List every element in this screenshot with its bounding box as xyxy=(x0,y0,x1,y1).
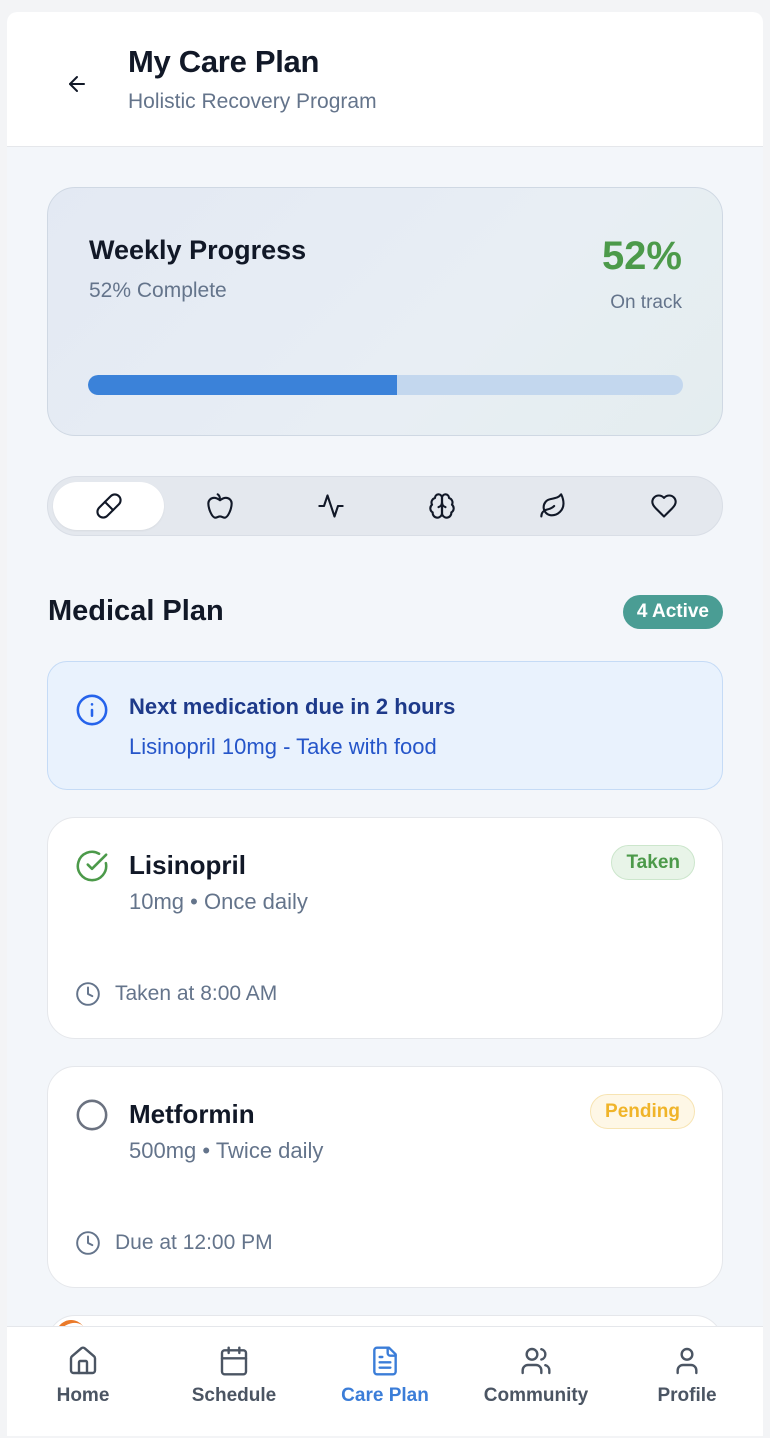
nav-community[interactable]: Community xyxy=(466,1345,606,1407)
back-button[interactable] xyxy=(57,64,97,104)
brain-icon xyxy=(428,493,455,519)
medication-alert: Next medication due in 2 hours Lisinopri… xyxy=(47,661,723,790)
arrow-left-icon xyxy=(69,76,85,92)
info-icon xyxy=(76,694,108,726)
progress-subtitle: 52% Complete xyxy=(89,279,227,302)
status-badge: Taken xyxy=(611,845,695,880)
medication-time: Taken at 8:00 AM xyxy=(75,981,277,1007)
user-icon xyxy=(676,1347,698,1375)
clock-icon xyxy=(76,1231,100,1255)
empty-circle-icon[interactable] xyxy=(75,1098,109,1132)
nav-home[interactable]: Home xyxy=(13,1345,153,1407)
medication-card[interactable]: Metformin 500mg • Twice daily Pending Du… xyxy=(47,1066,723,1288)
medication-card[interactable]: Lisinopril 10mg • Once daily Taken Taken… xyxy=(47,817,723,1039)
header: My Care Plan Holistic Recovery Program xyxy=(7,12,763,147)
page-subtitle: Holistic Recovery Program xyxy=(128,90,377,113)
status-badge: Pending xyxy=(590,1094,695,1129)
progress-status: On track xyxy=(610,292,682,313)
nav-care-plan[interactable]: Care Plan xyxy=(315,1345,455,1407)
active-count-badge: 4 Active xyxy=(622,595,723,629)
nav-label: Care Plan xyxy=(341,1385,429,1406)
nav-label: Schedule xyxy=(191,1385,277,1406)
alert-detail: Lisinopril 10mg - Take with food xyxy=(129,734,437,759)
weekly-progress-card: Weekly Progress 52% Complete 52% On trac… xyxy=(47,187,723,436)
calendar-icon xyxy=(220,1346,248,1376)
nav-label: Home xyxy=(56,1385,110,1406)
time-text: Taken at 8:00 AM xyxy=(115,982,278,1005)
medication-name: Metformin xyxy=(129,1099,255,1129)
bottom-nav: Home Schedule Care Plan Community Profil… xyxy=(7,1326,763,1436)
progress-title: Weekly Progress xyxy=(89,235,307,265)
medication-dose: 10mg • Once daily xyxy=(129,889,308,914)
section-title: Medical Plan xyxy=(48,595,224,627)
leaf-icon xyxy=(539,493,565,518)
tab-nutrition[interactable] xyxy=(164,482,275,530)
progress-percent: 52% xyxy=(601,234,682,278)
heart-icon xyxy=(650,494,677,518)
nav-schedule[interactable]: Schedule xyxy=(164,1345,304,1407)
nav-label: Community xyxy=(483,1385,589,1406)
tab-wellness[interactable] xyxy=(497,482,608,530)
tab-mental[interactable] xyxy=(386,482,497,530)
activity-icon xyxy=(317,494,344,518)
dose-amount: 500mg xyxy=(129,1138,197,1163)
apple-icon xyxy=(206,493,233,519)
check-circle-icon xyxy=(76,850,108,882)
app-frame: My Care Plan Holistic Recovery Program W… xyxy=(7,12,763,1436)
progress-bar xyxy=(88,375,683,395)
medication-dose: 500mg • Twice daily xyxy=(129,1138,324,1163)
time-text: Due at 12:00 PM xyxy=(115,1231,273,1254)
document-icon xyxy=(373,1346,397,1376)
progress-bar-fill xyxy=(88,375,398,395)
category-tabs xyxy=(47,476,723,536)
pill-icon xyxy=(95,493,122,519)
dose-amount: 10mg xyxy=(129,889,185,914)
page-title: My Care Plan xyxy=(128,44,320,79)
nav-label: Profile xyxy=(657,1385,717,1406)
tab-heart[interactable] xyxy=(608,482,719,530)
nav-profile[interactable]: Profile xyxy=(617,1345,757,1407)
users-icon xyxy=(521,1347,551,1375)
home-icon xyxy=(69,1346,97,1375)
medication-name: Lisinopril xyxy=(129,850,246,880)
clock-icon xyxy=(76,982,100,1006)
tab-medical[interactable] xyxy=(53,482,164,530)
medication-time: Due at 12:00 PM xyxy=(75,1230,273,1256)
dose-frequency: Twice daily xyxy=(215,1138,324,1163)
alert-title: Next medication due in 2 hours xyxy=(129,694,456,719)
dose-frequency: Once daily xyxy=(203,889,308,914)
tab-activity[interactable] xyxy=(275,482,386,530)
